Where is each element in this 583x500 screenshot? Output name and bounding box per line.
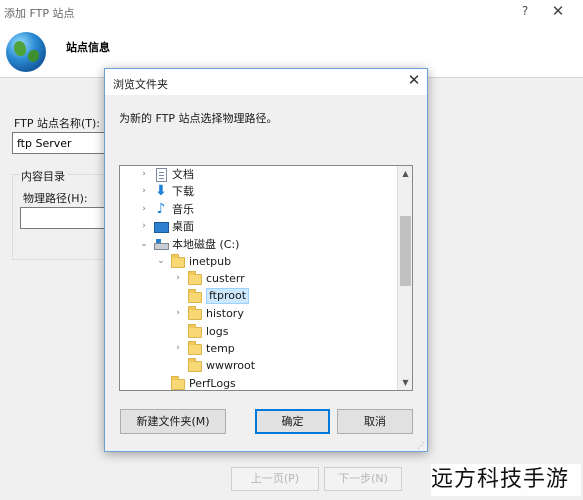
folder-icon [187, 271, 203, 286]
download-icon: ⬇ [155, 183, 167, 200]
dialog-instruction: 为新的 FTP 站点选择物理路径。 [119, 112, 278, 125]
tree-item-label: inetpub [189, 255, 232, 268]
next-button[interactable]: 下一步(N) [324, 467, 402, 491]
tree-item[interactable]: wwwroot [120, 357, 398, 374]
tree-item[interactable]: PerfLogs [120, 375, 398, 390]
expand-chevron-icon [173, 290, 183, 302]
tree-item-label: 下载 [172, 185, 194, 199]
help-icon[interactable]: ? [519, 4, 531, 18]
music-icon: ♪ [156, 200, 166, 217]
collapse-chevron-icon[interactable]: ⌄ [156, 255, 166, 267]
tree-item[interactable]: ⌄ inetpub [120, 253, 398, 270]
tree-item-label: wwwroot [206, 359, 256, 373]
tree-item[interactable]: › ♪ 音乐 [120, 201, 398, 218]
cancel-button[interactable]: 取消 [337, 409, 413, 434]
document-icon [153, 167, 169, 182]
tree-item[interactable]: › custerr [120, 270, 398, 287]
expand-chevron-icon [156, 377, 166, 389]
tree-item-label: logs [206, 324, 229, 338]
tree-item-label: custerr [206, 272, 245, 286]
tree-item-label: history [206, 307, 244, 321]
folder-icon [187, 323, 203, 339]
tree-item-label: 文档 [172, 168, 194, 181]
folder-icon [187, 341, 203, 356]
tree-item[interactable]: › ⬇ 下载 [120, 183, 398, 200]
expand-chevron-icon[interactable]: › [173, 342, 183, 354]
tree-item[interactable]: logs [120, 323, 398, 340]
drive-icon [153, 237, 169, 252]
folder-icon [187, 306, 203, 321]
tree-item-label: 桌面 [172, 220, 194, 234]
collapse-chevron-icon[interactable]: ⌄ [139, 238, 149, 250]
tree-item-label: ftproot [206, 287, 250, 304]
site-name-input[interactable] [12, 132, 110, 154]
dialog-titlebar: 浏览文件夹 ✕ [105, 69, 427, 95]
wizard-title: 添加 FTP 站点 [4, 7, 75, 20]
expand-chevron-icon[interactable]: › [139, 203, 149, 215]
scroll-thumb[interactable] [400, 216, 411, 286]
folder-icon [187, 288, 203, 304]
desktop-icon [153, 219, 169, 234]
expand-chevron-icon [173, 359, 183, 371]
resize-grip-icon[interactable]: ⋰ [417, 441, 426, 450]
dialog-close-icon[interactable]: ✕ [405, 71, 423, 89]
expand-chevron-icon [173, 325, 183, 337]
browse-folder-dialog: 浏览文件夹 ✕ 为新的 FTP 站点选择物理路径。 › 文档 › ⬇ 下载 › ♪ 音乐 › 桌面… [104, 68, 428, 452]
dialog-title: 浏览文件夹 [113, 78, 168, 91]
physical-path-input[interactable] [20, 207, 110, 229]
tree-item[interactable]: › temp [120, 340, 398, 357]
wizard-close-icon[interactable]: ✕ [549, 2, 567, 20]
tree-item-label: temp [206, 342, 235, 355]
tree-item[interactable]: › 桌面 [120, 218, 398, 235]
wizard-titlebar: 添加 FTP 站点 ? ✕ [0, 0, 583, 25]
expand-chevron-icon[interactable]: › [139, 185, 149, 197]
previous-button[interactable]: 上一页(P) [231, 467, 319, 491]
folder-icon [187, 358, 203, 373]
tree-item[interactable]: ftproot [120, 287, 398, 305]
content-directory-label: 内容目录 [19, 168, 67, 184]
folder-icon [170, 375, 186, 390]
tree-item-label: 本地磁盘 (C:) [172, 237, 240, 251]
tree-item[interactable]: › history [120, 305, 398, 322]
expand-chevron-icon[interactable]: › [139, 168, 149, 180]
folder-icon [170, 254, 186, 269]
site-name-label: FTP 站点名称(T): [14, 117, 100, 130]
watermark-text: 远方科技手游 [431, 464, 581, 496]
expand-chevron-icon[interactable]: › [173, 307, 183, 319]
folder-tree[interactable]: › 文档 › ⬇ 下载 › ♪ 音乐 › 桌面 ⌄ 本地磁盘 (C:) ⌄ inetpub › custerr… [119, 165, 413, 391]
tree-item-label: 音乐 [172, 202, 194, 216]
physical-path-label: 物理路径(H): [23, 192, 88, 205]
new-folder-button[interactable]: 新建文件夹(M) [120, 409, 226, 434]
tree-item[interactable]: › 文档 [120, 166, 398, 183]
tree-item[interactable]: ⌄ 本地磁盘 (C:) [120, 236, 398, 253]
globe-icon [6, 32, 46, 72]
tree-item-label: PerfLogs [189, 376, 236, 390]
expand-chevron-icon[interactable]: › [173, 272, 183, 284]
expand-chevron-icon[interactable]: › [139, 220, 149, 232]
scroll-down-icon[interactable]: ▼ [398, 375, 412, 390]
scroll-up-icon[interactable]: ▲ [398, 166, 412, 181]
wizard-heading: 站点信息 [66, 41, 110, 54]
tree-scrollbar[interactable]: ▲ ▼ [397, 166, 412, 390]
ok-button[interactable]: 确定 [255, 409, 330, 434]
